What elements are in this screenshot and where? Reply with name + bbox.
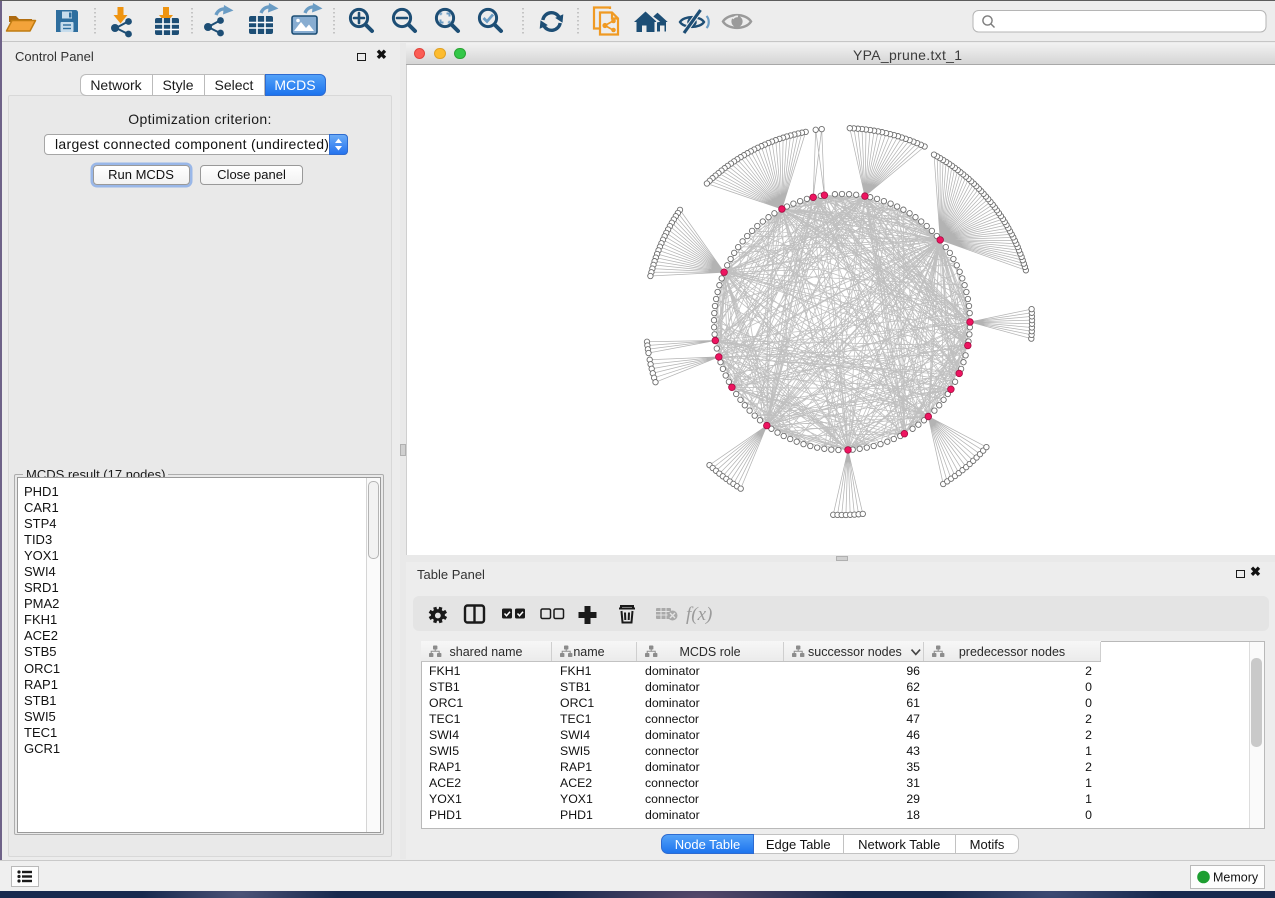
svg-text:f(x): f(x) <box>686 604 712 625</box>
svg-text:Memory: Memory <box>1213 871 1259 885</box>
